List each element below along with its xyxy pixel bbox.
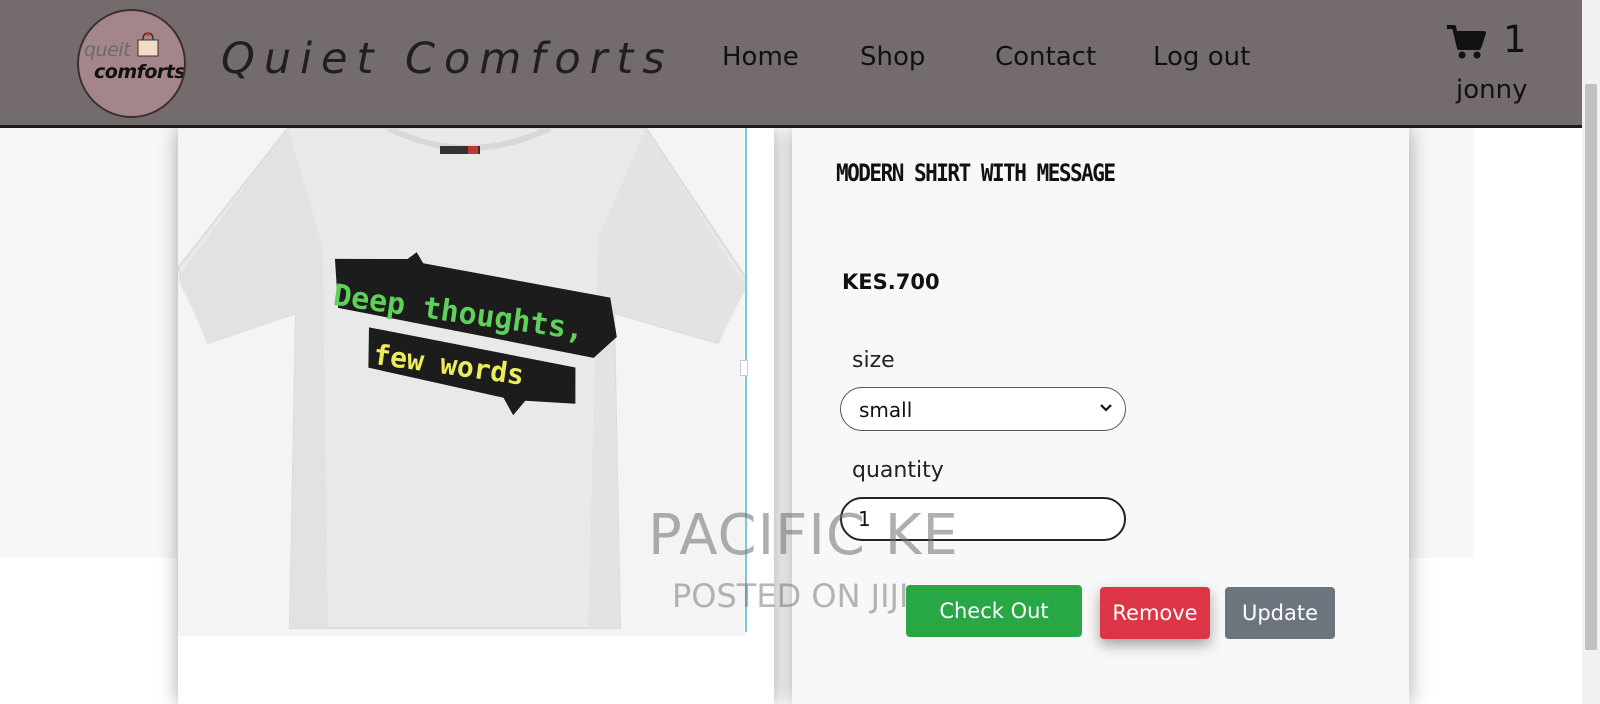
quantity-label: quantity: [852, 458, 944, 483]
size-label: size: [852, 348, 895, 373]
nav-contact[interactable]: Contact: [995, 42, 1096, 72]
page-background-left: [0, 128, 178, 558]
cart-count: 1: [1503, 18, 1527, 61]
product-name: MODERN SHIRT WITH MESSAGE: [836, 159, 1116, 187]
nav-shop[interactable]: Shop: [860, 42, 925, 72]
nav-home[interactable]: Home: [722, 42, 799, 72]
divider-handle[interactable]: [740, 360, 748, 376]
username[interactable]: jonny: [1456, 75, 1527, 105]
remove-button[interactable]: Remove: [1100, 587, 1210, 639]
logo-text-top: queit: [84, 39, 131, 61]
shopping-bag-icon: [137, 32, 159, 57]
size-selected-value: small: [859, 398, 913, 422]
product-price: KES.700: [842, 270, 940, 294]
update-button[interactable]: Update: [1225, 587, 1335, 639]
product-image: Deep thoughts, few words: [178, 128, 746, 636]
shopping-cart-icon[interactable]: [1446, 24, 1486, 60]
quantity-input[interactable]: [840, 497, 1126, 541]
page-background-right: [1406, 128, 1474, 558]
site-header: queit comforts Quiet Comforts Home Shop …: [0, 0, 1582, 128]
site-logo[interactable]: queit comforts: [77, 9, 186, 118]
chevron-down-icon: [1100, 404, 1112, 412]
nav-logout[interactable]: Log out: [1153, 42, 1250, 72]
logo-text-bottom: comforts: [94, 61, 186, 83]
brand-name: Quiet Comforts: [221, 34, 674, 84]
scrollbar-thumb[interactable]: [1585, 84, 1597, 650]
size-select[interactable]: small: [840, 387, 1126, 431]
checkout-button[interactable]: Check Out: [906, 585, 1082, 637]
image-divider: [745, 128, 747, 632]
